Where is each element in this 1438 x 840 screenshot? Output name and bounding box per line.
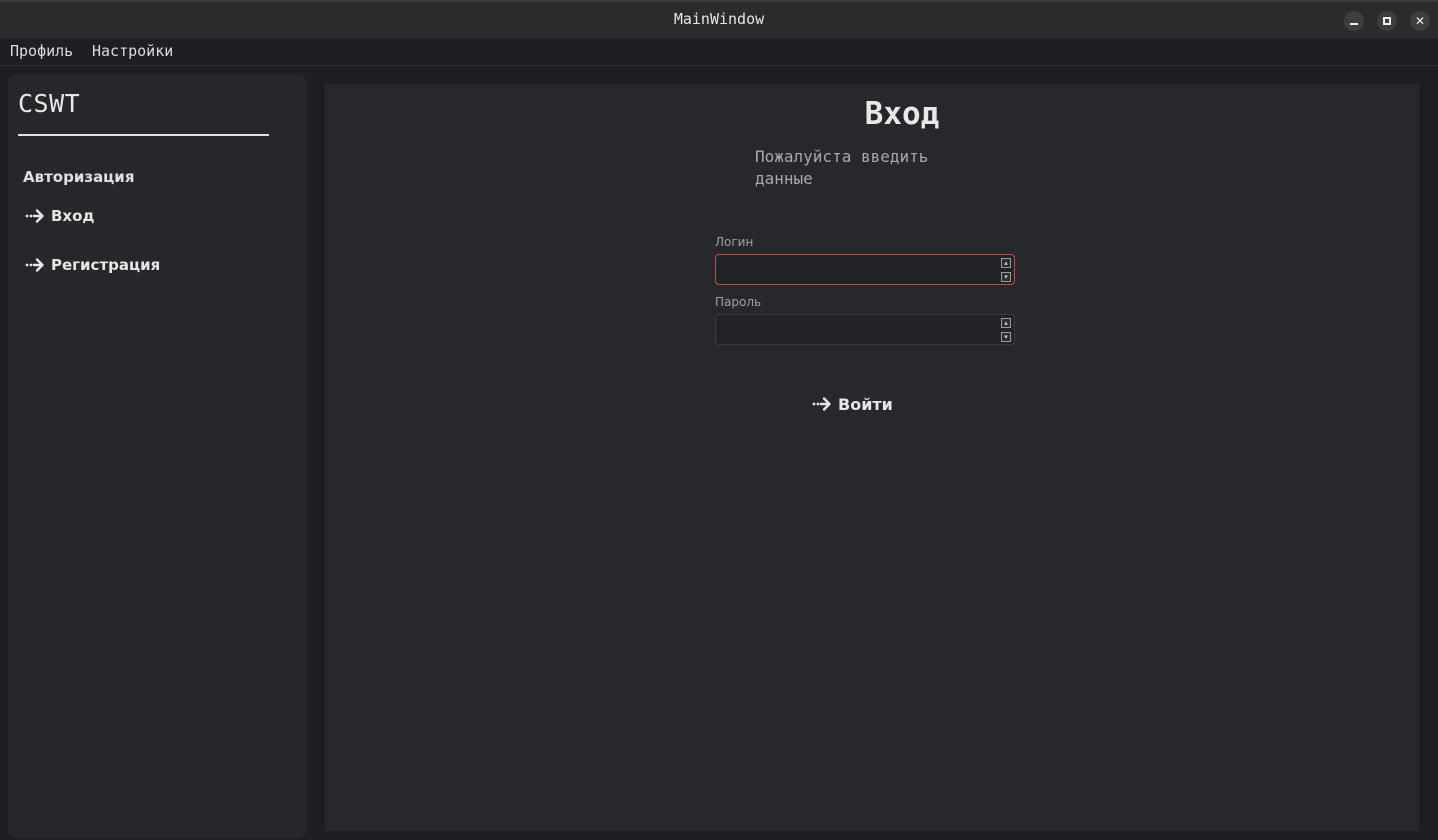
sidebar: CSWT Авторизация Вход Регистрация (8, 75, 307, 838)
minimize-icon (1350, 23, 1358, 25)
spin-up-icon[interactable]: ▴ (1001, 258, 1011, 268)
login-submit-button[interactable]: Войти (812, 392, 893, 416)
subtitle-line: Пожалуйста введить (755, 147, 929, 166)
sidebar-item-register[interactable]: Регистрация (25, 253, 160, 277)
minimize-button[interactable] (1344, 11, 1364, 31)
subtitle-line: данные (755, 169, 813, 188)
spin-up-icon[interactable]: ▴ (1001, 318, 1011, 328)
arrow-right-dots-icon (25, 209, 44, 223)
main-panel: Вход Пожалуйста введить данные Логин ▴ ▾… (325, 84, 1419, 831)
page-title: Вход (864, 96, 940, 132)
password-input[interactable] (722, 319, 992, 341)
sidebar-item-label: Вход (51, 207, 95, 225)
window-title: MainWindow (673, 10, 765, 28)
menu-bar: Профиль Настройки (0, 38, 1438, 66)
page-subtitle: Пожалуйста введить данные (755, 146, 955, 190)
sidebar-section-auth: Авторизация (23, 168, 135, 186)
brand-divider (18, 134, 269, 136)
login-input[interactable] (722, 259, 992, 281)
spin-down-icon[interactable]: ▾ (1001, 332, 1011, 342)
menu-settings[interactable]: Настройки (92, 42, 173, 60)
app-brand: CSWT (18, 89, 81, 118)
password-field[interactable]: ▴ ▾ (715, 314, 1015, 345)
maximize-button[interactable] (1377, 11, 1397, 31)
login-field[interactable]: ▴ ▾ (715, 254, 1015, 285)
title-bar: MainWindow ✕ (0, 0, 1438, 38)
login-label: Логин (715, 235, 754, 249)
password-label: Пароль (715, 295, 762, 309)
close-icon: ✕ (1414, 14, 1426, 28)
menu-profile[interactable]: Профиль (10, 42, 73, 60)
close-button[interactable]: ✕ (1410, 11, 1430, 31)
arrow-right-dots-icon (812, 397, 831, 411)
sidebar-item-label: Регистрация (51, 256, 161, 274)
sidebar-item-login[interactable]: Вход (25, 204, 95, 228)
maximize-icon (1383, 17, 1391, 25)
arrow-right-dots-icon (25, 258, 44, 272)
submit-label: Войти (838, 394, 893, 414)
spin-down-icon[interactable]: ▾ (1001, 272, 1011, 282)
